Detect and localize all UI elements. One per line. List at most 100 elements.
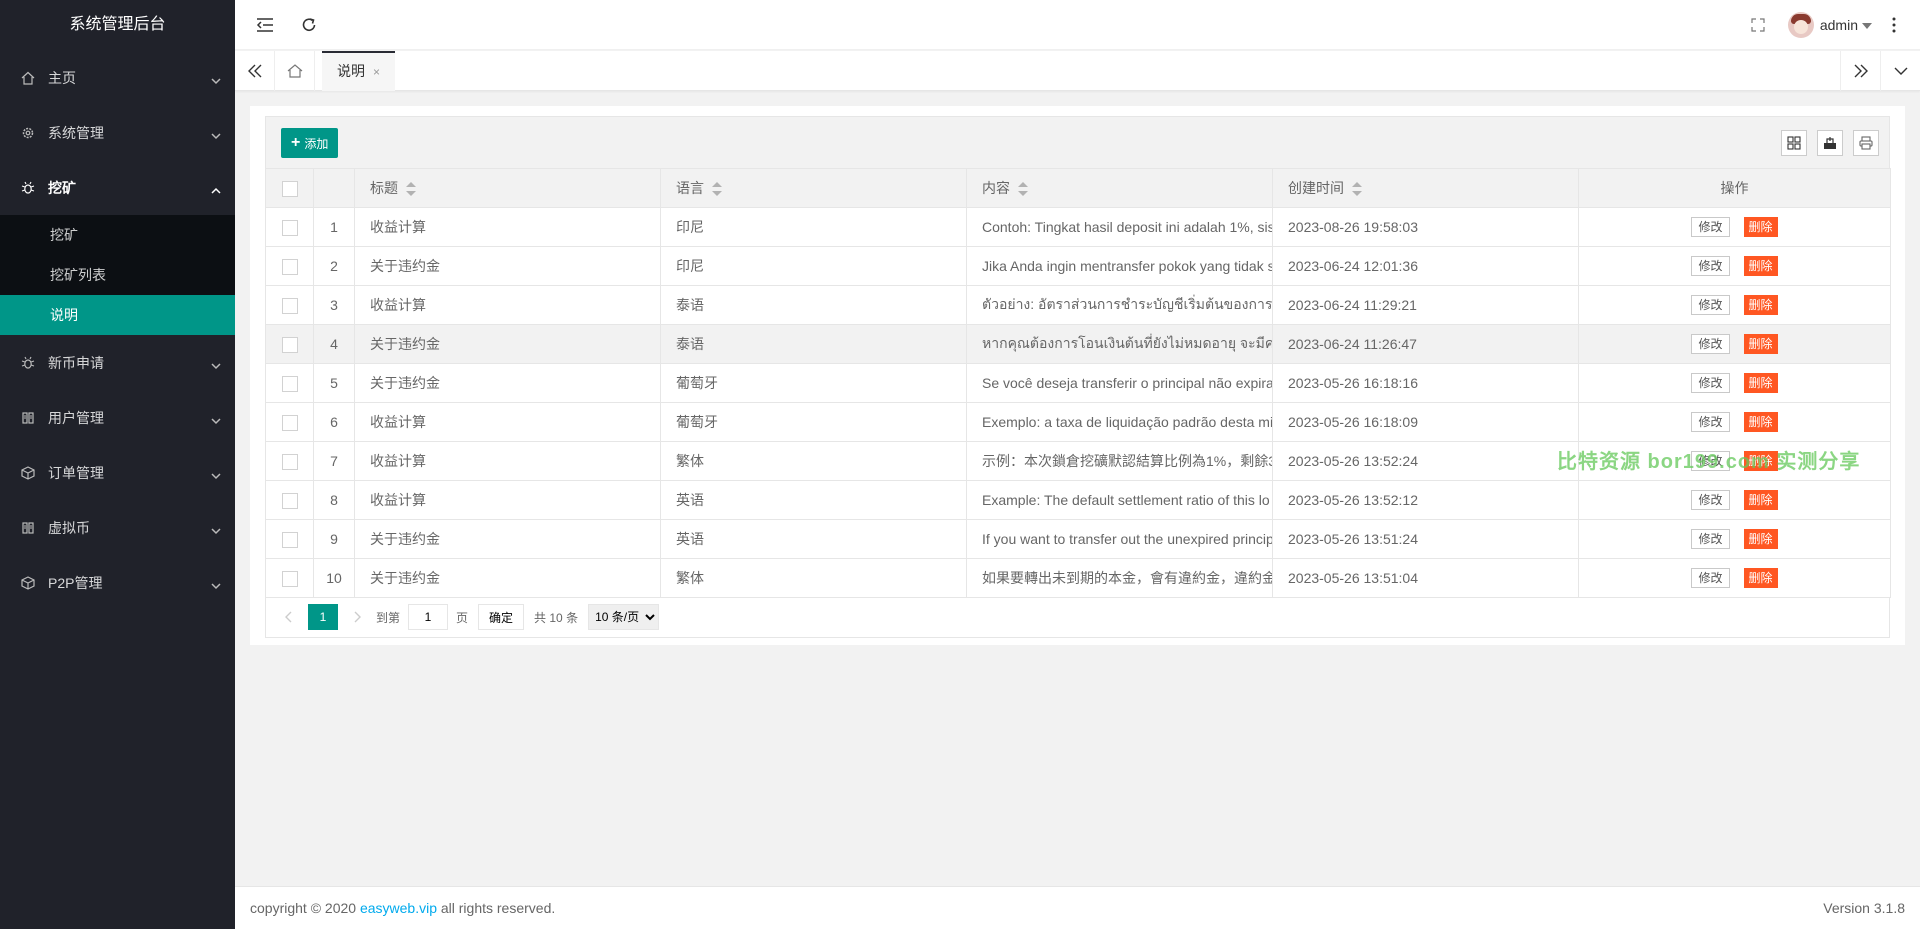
table-row[interactable]: 8 收益计算 英语 Example: The default settlement r… xyxy=(265,480,1891,520)
sidebar-item-new-coin[interactable]: 新币申请 xyxy=(0,335,235,390)
sort-icon[interactable] xyxy=(1352,182,1362,197)
tab-home-icon[interactable] xyxy=(275,51,315,91)
export-icon[interactable] xyxy=(1817,130,1843,156)
close-icon[interactable]: × xyxy=(373,65,380,79)
edit-button[interactable]: 修改 xyxy=(1691,334,1730,354)
content-card: + 添加 标题 语言 内容 创建时间 操作 1 收益计算印尼 Contoh: T… xyxy=(250,106,1905,645)
row-checkbox-cell xyxy=(265,363,314,403)
fullscreen-icon[interactable] xyxy=(1746,13,1770,37)
sidebar-subitem-mining-list[interactable]: 挖矿列表 xyxy=(0,255,235,295)
row-title: 关于违约金 xyxy=(354,558,661,598)
row-checkbox[interactable] xyxy=(281,414,298,431)
tab-description[interactable]: 说明 × xyxy=(322,51,396,91)
per-page-select[interactable]: 10 条/页 xyxy=(588,604,660,630)
watermark: 比特资源 bor199.com 实测分享 xyxy=(1557,451,1861,473)
row-language: 繁体 xyxy=(660,441,967,481)
user-menu[interactable]: admin xyxy=(1787,12,1872,38)
table-row[interactable]: 6 收益计算 葡萄牙 Exemplo: a taxa de liquidação pa… xyxy=(265,402,1891,442)
delete-button[interactable]: 删除 xyxy=(1743,334,1778,354)
table-row[interactable]: 9 关于违约金 英语 If you want to transfer out the … xyxy=(265,519,1891,559)
confirm-page-button[interactable]: 确定 xyxy=(478,604,525,630)
chevron-down-icon xyxy=(211,578,221,589)
header-title[interactable]: 标题 xyxy=(354,168,661,208)
header-content[interactable]: 内容 xyxy=(966,168,1273,208)
delete-button[interactable]: 删除 xyxy=(1743,373,1778,393)
edit-button[interactable]: 修改 xyxy=(1691,217,1730,237)
edit-button[interactable]: 修改 xyxy=(1691,256,1730,276)
delete-button[interactable]: 删除 xyxy=(1743,256,1778,276)
row-checkbox[interactable] xyxy=(281,258,298,275)
bug-icon xyxy=(20,355,36,371)
header-created-time[interactable]: 创建时间 xyxy=(1272,168,1579,208)
row-checkbox[interactable] xyxy=(281,297,298,314)
edit-button[interactable]: 修改 xyxy=(1691,295,1730,315)
row-title: 关于违约金 xyxy=(354,324,661,364)
edit-button[interactable]: 修改 xyxy=(1691,373,1730,393)
sort-icon[interactable] xyxy=(1018,182,1028,197)
delete-button[interactable]: 删除 xyxy=(1743,217,1778,237)
table-row[interactable]: 10 关于违约金 繁体 如果要轉出未到期的本金，會有違約金，違約金 2023-05-26… xyxy=(265,558,1891,598)
table-row[interactable]: 3 收益计算 泰语 ตัวอย่าง: อัตราส่วนการชำระบัญชีเร… xyxy=(265,285,1891,325)
prev-page-icon[interactable] xyxy=(276,605,300,629)
row-content: 示例：本次鎖倉挖礦默認結算比例為1%，剩餘3 xyxy=(966,441,1273,481)
sidebar-item-crypto[interactable]: 虚拟币 xyxy=(0,500,235,555)
menu-fold-icon[interactable] xyxy=(253,13,277,37)
select-all-checkbox[interactable] xyxy=(281,180,298,197)
sidebar-item-mining[interactable]: 挖矿 xyxy=(0,160,235,215)
tabs-bar: 说明 × xyxy=(235,51,1920,91)
row-checkbox[interactable] xyxy=(281,531,298,548)
book-icon xyxy=(20,410,36,426)
more-vertical-icon[interactable] xyxy=(1882,13,1906,37)
sidebar-item-orders[interactable]: 订单管理 xyxy=(0,445,235,500)
table-row[interactable]: 5 关于违约金 葡萄牙 Se você deseja transferir o pri… xyxy=(265,363,1891,403)
row-content: Jika Anda ingin mentransfer pokok yang t… xyxy=(966,246,1273,286)
tabs-scroll-left-icon[interactable] xyxy=(235,51,275,91)
table-row[interactable]: 2 关于违约金 印尼 Jika Anda ingin mentransfer poko… xyxy=(265,246,1891,286)
row-checkbox-cell xyxy=(265,441,314,481)
footer-link[interactable]: easyweb.vip xyxy=(360,900,437,916)
delete-button[interactable]: 删除 xyxy=(1743,412,1778,432)
delete-button[interactable]: 删除 xyxy=(1743,529,1778,549)
tabs-scroll-right-icon[interactable] xyxy=(1840,51,1880,91)
row-checkbox[interactable] xyxy=(281,570,298,587)
add-button[interactable]: + 添加 xyxy=(281,128,339,158)
row-checkbox[interactable] xyxy=(281,336,298,353)
row-checkbox[interactable] xyxy=(281,453,298,470)
sidebar-item-p2p[interactable]: P2P管理 xyxy=(0,555,235,610)
refresh-icon[interactable] xyxy=(297,13,321,37)
sort-icon[interactable] xyxy=(406,182,416,197)
edit-button[interactable]: 修改 xyxy=(1691,490,1730,510)
sidebar-item-users[interactable]: 用户管理 xyxy=(0,390,235,445)
row-created-time: 2023-06-24 11:29:21 xyxy=(1272,285,1579,325)
row-language: 印尼 xyxy=(660,246,967,286)
sidebar-subitem-description[interactable]: 说明 xyxy=(0,295,235,335)
page-input[interactable] xyxy=(408,604,449,630)
row-checkbox[interactable] xyxy=(281,375,298,392)
page-current[interactable]: 1 xyxy=(308,604,338,630)
row-language: 英语 xyxy=(660,480,967,520)
column-label: 创建时间 xyxy=(1288,180,1344,196)
delete-button[interactable]: 删除 xyxy=(1743,490,1778,510)
edit-button[interactable]: 修改 xyxy=(1691,412,1730,432)
row-checkbox[interactable] xyxy=(281,219,298,236)
columns-filter-icon[interactable] xyxy=(1781,130,1807,156)
print-icon[interactable] xyxy=(1853,130,1879,156)
table-row[interactable]: 1 收益计算 印尼 Contoh: Tingkat hasil deposit ini… xyxy=(265,207,1891,247)
delete-button[interactable]: 删除 xyxy=(1743,295,1778,315)
row-language: 英语 xyxy=(660,519,967,559)
sidebar-subitem-mining[interactable]: 挖矿 xyxy=(0,215,235,255)
tabs-dropdown-icon[interactable] xyxy=(1880,51,1920,91)
home-icon xyxy=(20,70,36,86)
edit-button[interactable]: 修改 xyxy=(1691,568,1730,588)
sort-icon[interactable] xyxy=(712,182,722,197)
row-actions: 修改 删除 xyxy=(1578,285,1891,325)
next-page-icon[interactable] xyxy=(346,605,370,629)
table-row[interactable]: 4 关于违约金 泰语 หากคุณต้องการโอนเงินต้นที่ยังไม่… xyxy=(265,324,1891,364)
sidebar-item-system[interactable]: 系统管理 xyxy=(0,105,235,160)
header-language[interactable]: 语言 xyxy=(660,168,967,208)
row-checkbox-cell xyxy=(265,324,314,364)
row-checkbox[interactable] xyxy=(281,492,298,509)
sidebar-item-home[interactable]: 主页 xyxy=(0,50,235,105)
edit-button[interactable]: 修改 xyxy=(1691,529,1730,549)
delete-button[interactable]: 删除 xyxy=(1743,568,1778,588)
